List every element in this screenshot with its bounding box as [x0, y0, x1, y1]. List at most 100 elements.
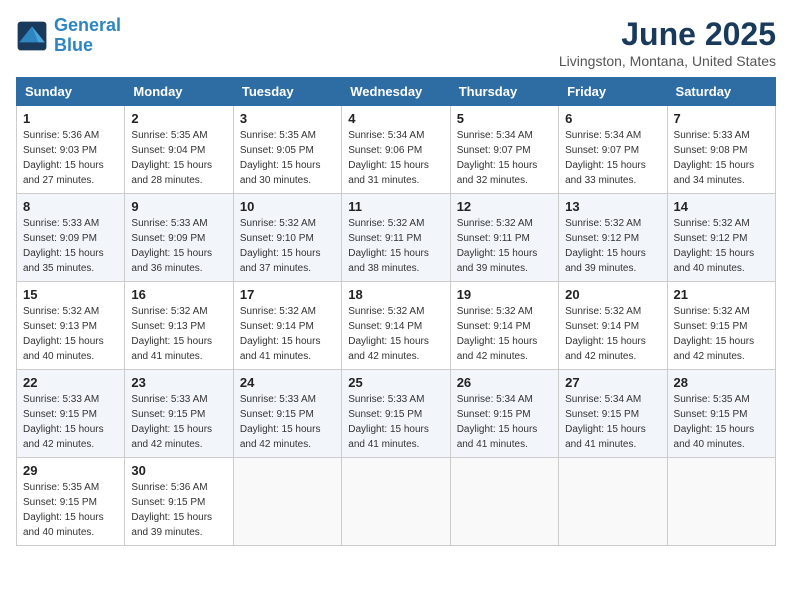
table-row: [667, 458, 775, 546]
calendar-header-row: Sunday Monday Tuesday Wednesday Thursday…: [17, 78, 776, 106]
table-row: 4 Sunrise: 5:34 AMSunset: 9:06 PMDayligh…: [342, 106, 450, 194]
day-number: 11: [348, 199, 443, 214]
table-row: 20 Sunrise: 5:32 AMSunset: 9:14 PMDaylig…: [559, 282, 667, 370]
table-row: 6 Sunrise: 5:34 AMSunset: 9:07 PMDayligh…: [559, 106, 667, 194]
table-row: 24 Sunrise: 5:33 AMSunset: 9:15 PMDaylig…: [233, 370, 341, 458]
logo-icon: [16, 20, 48, 52]
day-info: Sunrise: 5:34 AMSunset: 9:07 PMDaylight:…: [457, 128, 552, 188]
table-row: 26 Sunrise: 5:34 AMSunset: 9:15 PMDaylig…: [450, 370, 558, 458]
table-row: 21 Sunrise: 5:32 AMSunset: 9:15 PMDaylig…: [667, 282, 775, 370]
table-row: 16 Sunrise: 5:32 AMSunset: 9:13 PMDaylig…: [125, 282, 233, 370]
day-info: Sunrise: 5:36 AMSunset: 9:15 PMDaylight:…: [131, 480, 226, 540]
day-number: 14: [674, 199, 769, 214]
day-number: 8: [23, 199, 118, 214]
col-thursday: Thursday: [450, 78, 558, 106]
table-row: 27 Sunrise: 5:34 AMSunset: 9:15 PMDaylig…: [559, 370, 667, 458]
day-number: 28: [674, 375, 769, 390]
table-row: 13 Sunrise: 5:32 AMSunset: 9:12 PMDaylig…: [559, 194, 667, 282]
day-number: 23: [131, 375, 226, 390]
day-number: 27: [565, 375, 660, 390]
table-row: 1 Sunrise: 5:36 AMSunset: 9:03 PMDayligh…: [17, 106, 125, 194]
col-monday: Monday: [125, 78, 233, 106]
table-row: 29 Sunrise: 5:35 AMSunset: 9:15 PMDaylig…: [17, 458, 125, 546]
table-row: 2 Sunrise: 5:35 AMSunset: 9:04 PMDayligh…: [125, 106, 233, 194]
table-row: 10 Sunrise: 5:32 AMSunset: 9:10 PMDaylig…: [233, 194, 341, 282]
day-info: Sunrise: 5:32 AMSunset: 9:14 PMDaylight:…: [565, 304, 660, 364]
title-area: June 2025 Livingston, Montana, United St…: [559, 16, 776, 69]
day-number: 15: [23, 287, 118, 302]
table-row: 5 Sunrise: 5:34 AMSunset: 9:07 PMDayligh…: [450, 106, 558, 194]
logo-text: General Blue: [54, 16, 121, 56]
table-row: 25 Sunrise: 5:33 AMSunset: 9:15 PMDaylig…: [342, 370, 450, 458]
table-row: [233, 458, 341, 546]
col-sunday: Sunday: [17, 78, 125, 106]
day-info: Sunrise: 5:36 AMSunset: 9:03 PMDaylight:…: [23, 128, 118, 188]
col-saturday: Saturday: [667, 78, 775, 106]
logo-general: General: [54, 15, 121, 35]
day-info: Sunrise: 5:34 AMSunset: 9:15 PMDaylight:…: [457, 392, 552, 452]
header: General Blue June 2025 Livingston, Monta…: [16, 16, 776, 69]
table-row: 18 Sunrise: 5:32 AMSunset: 9:14 PMDaylig…: [342, 282, 450, 370]
calendar-week-row: 15 Sunrise: 5:32 AMSunset: 9:13 PMDaylig…: [17, 282, 776, 370]
day-number: 22: [23, 375, 118, 390]
day-number: 20: [565, 287, 660, 302]
day-number: 17: [240, 287, 335, 302]
col-wednesday: Wednesday: [342, 78, 450, 106]
day-number: 12: [457, 199, 552, 214]
day-info: Sunrise: 5:35 AMSunset: 9:15 PMDaylight:…: [23, 480, 118, 540]
day-info: Sunrise: 5:33 AMSunset: 9:15 PMDaylight:…: [240, 392, 335, 452]
day-info: Sunrise: 5:32 AMSunset: 9:14 PMDaylight:…: [348, 304, 443, 364]
col-friday: Friday: [559, 78, 667, 106]
day-number: 26: [457, 375, 552, 390]
table-row: [342, 458, 450, 546]
table-row: 23 Sunrise: 5:33 AMSunset: 9:15 PMDaylig…: [125, 370, 233, 458]
table-row: 19 Sunrise: 5:32 AMSunset: 9:14 PMDaylig…: [450, 282, 558, 370]
day-number: 30: [131, 463, 226, 478]
day-number: 19: [457, 287, 552, 302]
day-number: 29: [23, 463, 118, 478]
day-number: 3: [240, 111, 335, 126]
table-row: 28 Sunrise: 5:35 AMSunset: 9:15 PMDaylig…: [667, 370, 775, 458]
day-info: Sunrise: 5:32 AMSunset: 9:12 PMDaylight:…: [565, 216, 660, 276]
calendar: Sunday Monday Tuesday Wednesday Thursday…: [16, 77, 776, 546]
calendar-week-row: 1 Sunrise: 5:36 AMSunset: 9:03 PMDayligh…: [17, 106, 776, 194]
day-number: 21: [674, 287, 769, 302]
day-number: 9: [131, 199, 226, 214]
table-row: 11 Sunrise: 5:32 AMSunset: 9:11 PMDaylig…: [342, 194, 450, 282]
logo: General Blue: [16, 16, 121, 56]
logo-blue: Blue: [54, 35, 93, 55]
table-row: 3 Sunrise: 5:35 AMSunset: 9:05 PMDayligh…: [233, 106, 341, 194]
day-info: Sunrise: 5:32 AMSunset: 9:14 PMDaylight:…: [240, 304, 335, 364]
table-row: 14 Sunrise: 5:32 AMSunset: 9:12 PMDaylig…: [667, 194, 775, 282]
day-info: Sunrise: 5:32 AMSunset: 9:11 PMDaylight:…: [457, 216, 552, 276]
day-number: 7: [674, 111, 769, 126]
day-info: Sunrise: 5:33 AMSunset: 9:15 PMDaylight:…: [131, 392, 226, 452]
day-info: Sunrise: 5:32 AMSunset: 9:10 PMDaylight:…: [240, 216, 335, 276]
day-number: 10: [240, 199, 335, 214]
calendar-week-row: 22 Sunrise: 5:33 AMSunset: 9:15 PMDaylig…: [17, 370, 776, 458]
table-row: 12 Sunrise: 5:32 AMSunset: 9:11 PMDaylig…: [450, 194, 558, 282]
day-info: Sunrise: 5:34 AMSunset: 9:07 PMDaylight:…: [565, 128, 660, 188]
table-row: 8 Sunrise: 5:33 AMSunset: 9:09 PMDayligh…: [17, 194, 125, 282]
day-number: 1: [23, 111, 118, 126]
month-title: June 2025: [559, 16, 776, 53]
day-info: Sunrise: 5:32 AMSunset: 9:13 PMDaylight:…: [23, 304, 118, 364]
day-info: Sunrise: 5:32 AMSunset: 9:11 PMDaylight:…: [348, 216, 443, 276]
day-info: Sunrise: 5:33 AMSunset: 9:09 PMDaylight:…: [23, 216, 118, 276]
day-info: Sunrise: 5:32 AMSunset: 9:12 PMDaylight:…: [674, 216, 769, 276]
day-number: 24: [240, 375, 335, 390]
table-row: [450, 458, 558, 546]
table-row: 15 Sunrise: 5:32 AMSunset: 9:13 PMDaylig…: [17, 282, 125, 370]
col-tuesday: Tuesday: [233, 78, 341, 106]
table-row: [559, 458, 667, 546]
day-info: Sunrise: 5:32 AMSunset: 9:15 PMDaylight:…: [674, 304, 769, 364]
day-info: Sunrise: 5:35 AMSunset: 9:15 PMDaylight:…: [674, 392, 769, 452]
table-row: 22 Sunrise: 5:33 AMSunset: 9:15 PMDaylig…: [17, 370, 125, 458]
day-info: Sunrise: 5:33 AMSunset: 9:15 PMDaylight:…: [23, 392, 118, 452]
day-number: 6: [565, 111, 660, 126]
table-row: 9 Sunrise: 5:33 AMSunset: 9:09 PMDayligh…: [125, 194, 233, 282]
day-info: Sunrise: 5:33 AMSunset: 9:08 PMDaylight:…: [674, 128, 769, 188]
day-number: 18: [348, 287, 443, 302]
day-info: Sunrise: 5:32 AMSunset: 9:14 PMDaylight:…: [457, 304, 552, 364]
day-number: 2: [131, 111, 226, 126]
